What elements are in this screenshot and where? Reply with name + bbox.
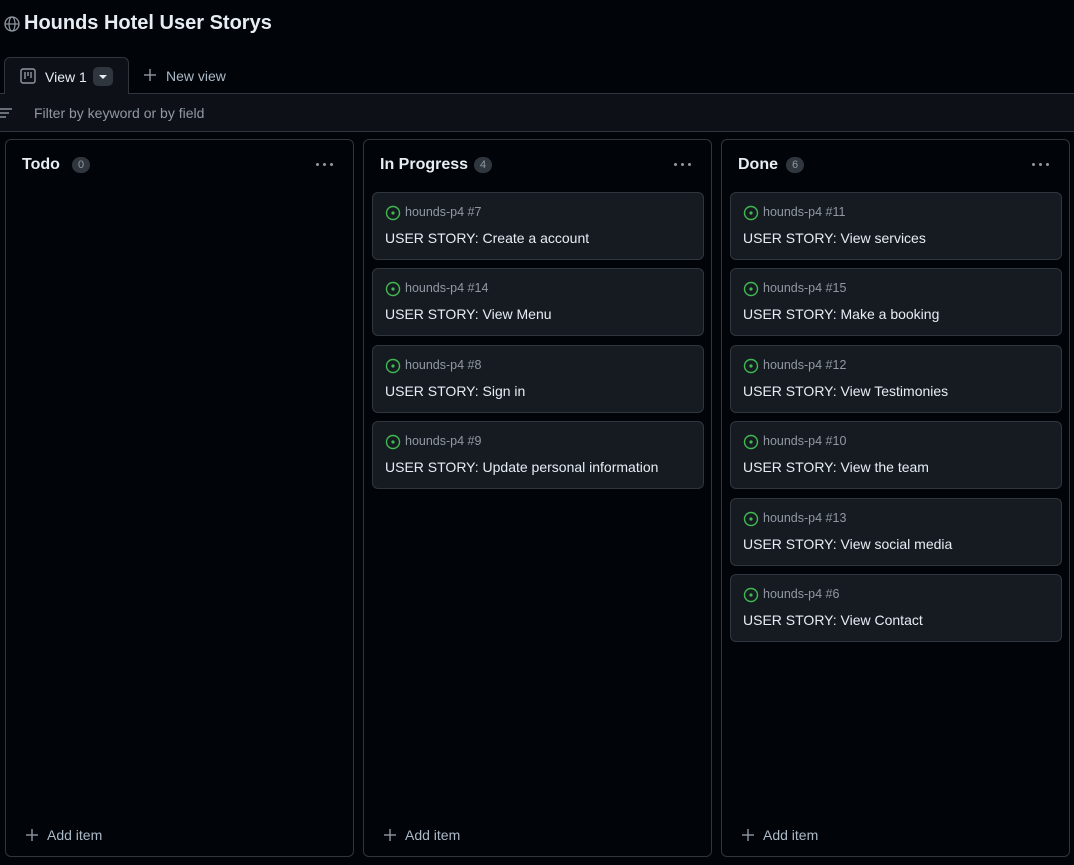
add-item-label: Add item [47,827,103,843]
issue-title[interactable]: USER STORY: View services [743,230,926,246]
column-menu-button[interactable] [1031,154,1051,174]
add-item-label: Add item [405,827,461,843]
issue-title[interactable]: USER STORY: Create a account [385,230,589,246]
column-in-progress: In Progress 4 Add item hounds-p4 #7 USER … [363,139,712,857]
tab-label: View 1 [45,69,87,85]
issue-card[interactable]: hounds-p4 #15 USER STORY: Make a booking [730,268,1062,337]
issue-title[interactable]: USER STORY: View social media [743,536,952,552]
issue-reference[interactable]: hounds-p4 #6 [763,587,839,601]
add-item-label: Add item [763,827,819,843]
issue-reference[interactable]: hounds-p4 #9 [405,434,481,448]
filter-bar [0,94,1074,132]
view-tabs: View 1 New view [0,56,1074,95]
column-title: Done [738,156,778,173]
chevron-down-icon [99,75,107,79]
issue-reference[interactable]: hounds-p4 #11 [763,205,845,219]
issue-title[interactable]: USER STORY: View Testimonies [743,383,948,399]
issue-card[interactable]: hounds-p4 #7 USER STORY: Create a account [372,192,704,260]
issue-title[interactable]: USER STORY: View Contact [743,612,923,628]
project-title: Hounds Hotel User Storys [24,12,272,34]
tab-options-button[interactable] [93,67,113,86]
issue-title[interactable]: USER STORY: Update personal information [385,459,658,475]
issue-title[interactable]: USER STORY: View Menu [385,306,552,322]
plus-icon [144,69,156,81]
issue-card[interactable]: hounds-p4 #9 USER STORY: Update personal … [372,421,704,490]
issue-reference[interactable]: hounds-p4 #10 [763,434,846,448]
column-todo: Todo 0 Add item [5,139,354,857]
issue-title[interactable]: USER STORY: View the team [743,459,929,475]
column-title: In Progress [380,156,469,173]
issue-reference[interactable]: hounds-p4 #8 [405,358,481,372]
issue-title[interactable]: USER STORY: Make a booking [743,306,939,322]
open-issue-icon [385,434,401,450]
plus-icon [26,829,38,841]
issue-reference[interactable]: hounds-p4 #14 [405,281,488,295]
issue-reference[interactable]: hounds-p4 #15 [763,281,846,295]
open-issue-icon [743,511,759,526]
issue-card[interactable]: hounds-p4 #13 USER STORY: View social med… [730,497,1062,566]
open-issue-icon [385,282,401,297]
add-item-button[interactable]: Add item [738,826,868,846]
open-issue-icon [385,358,401,373]
open-issue-icon [743,358,759,373]
column-menu-button[interactable] [673,154,693,174]
column-count: 0 [72,157,90,173]
project-header: Hounds Hotel User Storys [0,0,1074,50]
issue-reference[interactable]: hounds-p4 #7 [405,205,481,219]
plus-icon [384,829,396,841]
plus-icon [742,829,754,841]
open-issue-icon [385,205,401,221]
tab-view-1[interactable]: View 1 [4,57,129,95]
issue-card[interactable]: hounds-p4 #10 USER STORY: View the team [730,421,1062,490]
column-menu-button[interactable] [315,154,335,174]
issue-card[interactable]: hounds-p4 #14 USER STORY: View Menu [372,268,704,337]
open-issue-icon [743,282,759,297]
column-title: Todo [22,156,60,173]
new-view-label: New view [166,68,226,84]
issue-card[interactable]: hounds-p4 #6 USER STORY: View Contact [730,574,1062,642]
add-item-button[interactable]: Add item [380,826,510,846]
filter-icon [0,108,12,118]
globe-icon [4,16,20,32]
issue-reference[interactable]: hounds-p4 #13 [763,511,846,525]
issue-title[interactable]: USER STORY: Sign in [385,383,525,399]
open-issue-icon [743,587,759,603]
column-count: 4 [474,157,492,173]
issue-card[interactable]: hounds-p4 #11 USER STORY: View services [730,192,1062,260]
column-count: 6 [786,157,804,173]
add-item-button[interactable]: Add item [22,826,152,846]
issue-card[interactable]: hounds-p4 #12 USER STORY: View Testimonie… [730,344,1062,413]
column-done: Done 6 Add item hounds-p4 #11 USER STORY:… [721,139,1070,857]
issue-card[interactable]: hounds-p4 #8 USER STORY: Sign in [372,344,704,413]
issue-reference[interactable]: hounds-p4 #12 [763,358,846,372]
filter-input[interactable] [22,100,922,126]
open-issue-icon [743,205,759,221]
open-issue-icon [743,434,759,450]
board-icon [20,68,36,84]
